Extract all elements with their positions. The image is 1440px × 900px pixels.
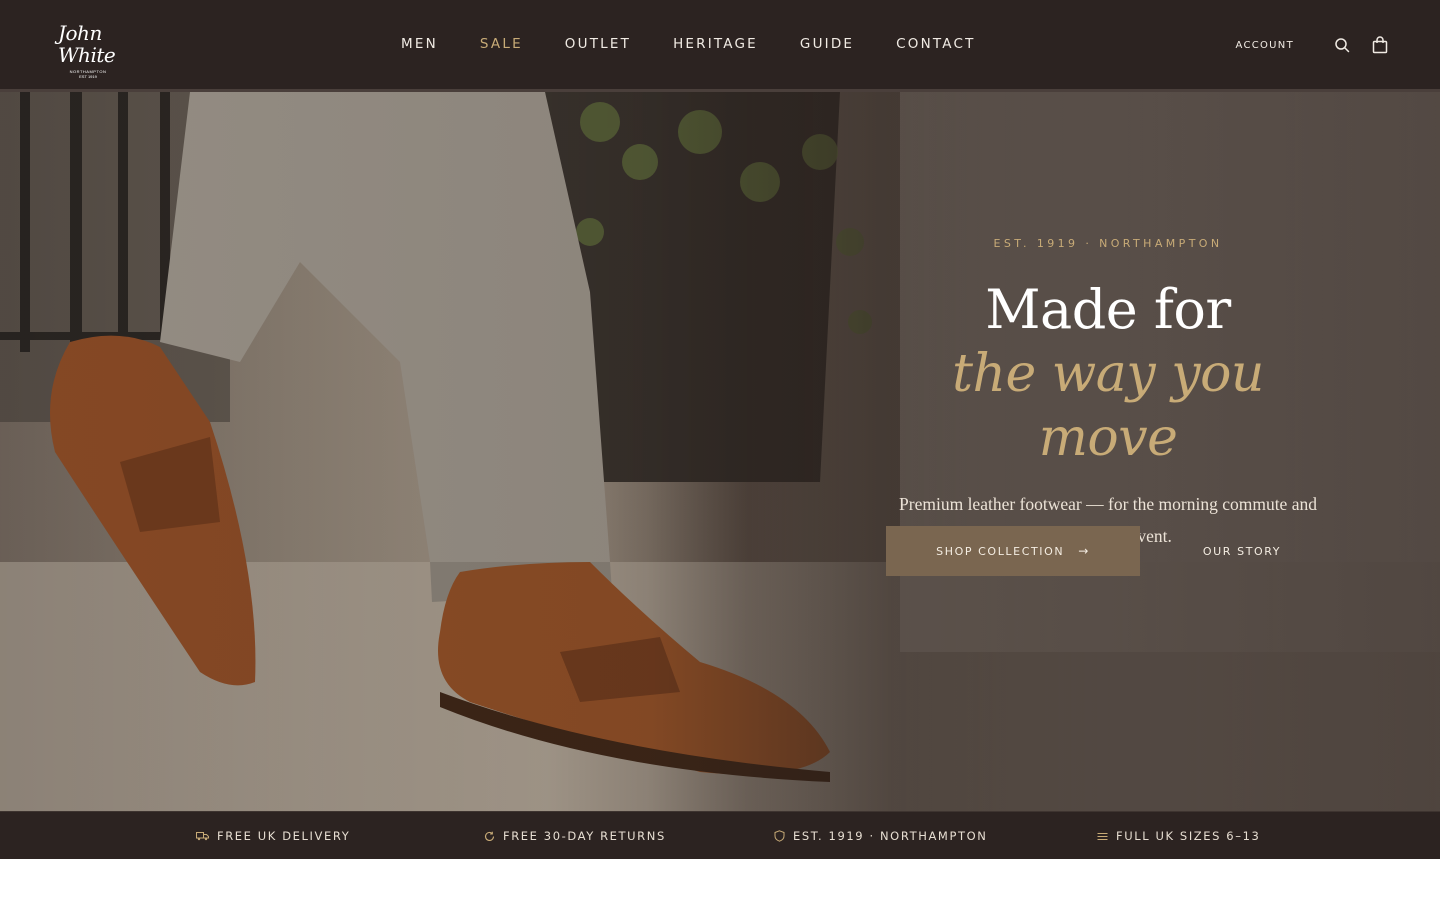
feature-label: FREE UK DELIVERY [217, 829, 351, 843]
refresh-icon [484, 831, 495, 842]
nav-item-heritage[interactable]: HERITAGE [673, 36, 758, 52]
feature-strip: FREE UK DELIVERY FREE 30-DAY RETURNS EST… [0, 811, 1440, 859]
account-link[interactable]: ACCOUNT [1235, 40, 1294, 51]
hero-eyebrow: EST. 1919 · NORTHAMPTON [993, 237, 1223, 250]
nav-item-outlet[interactable]: OUTLET [565, 36, 631, 52]
search-icon[interactable] [1332, 35, 1352, 55]
feature-returns: FREE 30-DAY RETURNS [484, 812, 666, 860]
ruler-icon [1097, 832, 1108, 841]
nav-item-men[interactable]: MEN [401, 36, 438, 52]
feature-label: FREE 30-DAY RETURNS [503, 829, 666, 843]
hero-copy: EST. 1919 · NORTHAMPTON Made for the way… [880, 232, 1336, 552]
hero-title-line2: the way you move [952, 344, 1264, 468]
feature-heritage: EST. 1919 · NORTHAMPTON [774, 812, 987, 860]
shopping-bag-icon[interactable] [1370, 35, 1390, 55]
header-actions: ACCOUNT [1235, 34, 1390, 56]
feature-delivery: FREE UK DELIVERY [196, 812, 350, 860]
hero-actions: SHOP COLLECTION → OUR STORY [886, 526, 1314, 576]
hero-title-line1: Made for [985, 278, 1231, 341]
feature-label: EST. 1919 · NORTHAMPTON [793, 829, 988, 843]
nav-item-sale[interactable]: SALE [480, 36, 523, 52]
brand-logo-est: EST 1919 [79, 74, 97, 79]
nav-item-guide[interactable]: GUIDE [800, 36, 854, 52]
nav-item-contact[interactable]: CONTACT [896, 36, 975, 52]
arrow-right-icon: → [1078, 544, 1090, 558]
brand-logo-wordmark: John White [58, 21, 116, 67]
feature-sizes: FULL UK SIZES 6–13 [1097, 812, 1260, 860]
brand-logo[interactable]: John White NORTHAMPTON EST 1919 [58, 21, 122, 79]
shop-collection-button[interactable]: SHOP COLLECTION → [886, 526, 1140, 576]
feature-label: FULL UK SIZES 6–13 [1116, 829, 1261, 843]
site-header: John White NORTHAMPTON EST 1919 MEN SALE… [0, 0, 1440, 89]
hero-subtitle-line1: Premium leather footwear — for the morni… [899, 494, 1317, 514]
our-story-button[interactable]: OUR STORY [1170, 526, 1314, 576]
shop-collection-label: SHOP COLLECTION [936, 544, 1065, 558]
shield-icon [774, 830, 785, 842]
hero-section: EST. 1919 · NORTHAMPTON Made for the way… [0, 92, 1440, 811]
truck-icon [196, 831, 209, 841]
main-nav: MEN SALE OUTLET HERITAGE GUIDE CONTACT [380, 34, 997, 54]
